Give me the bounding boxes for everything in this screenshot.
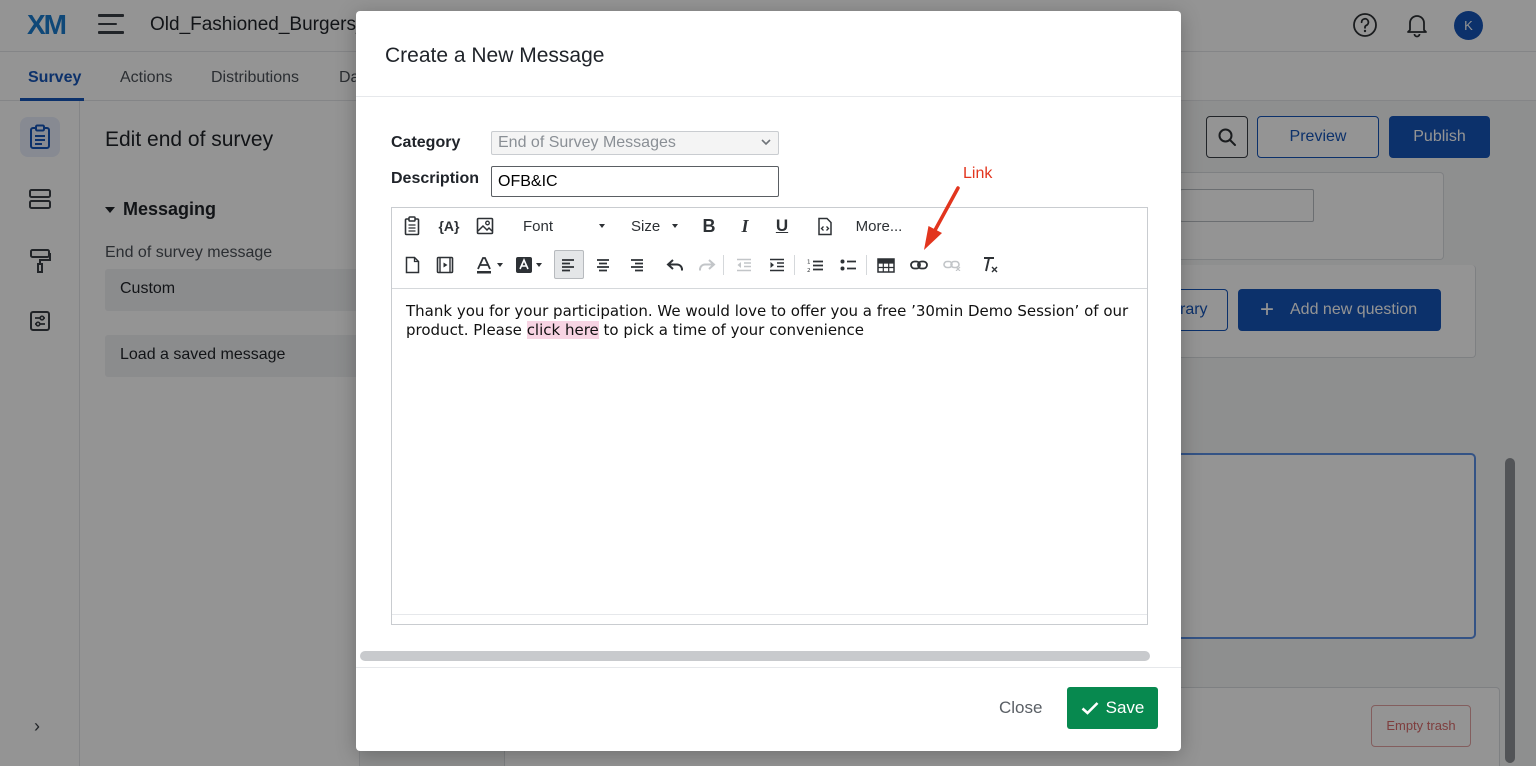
horizontal-scrollbar[interactable] xyxy=(360,651,1150,661)
font-dropdown[interactable]: Font xyxy=(523,213,613,239)
modal-footer-divider xyxy=(356,667,1181,668)
category-value: End of Survey Messages xyxy=(498,134,676,151)
bullet-list-icon[interactable] xyxy=(837,252,859,278)
numbered-list-icon[interactable]: 12 xyxy=(804,252,826,278)
align-right-icon[interactable] xyxy=(625,252,647,278)
rich-text-editor: {A} Font Size B I U More... 1 2 Thank yo… xyxy=(391,207,1148,625)
redo-icon[interactable] xyxy=(696,252,718,278)
editor-status-divider xyxy=(392,614,1147,615)
indent-icon[interactable] xyxy=(766,252,788,278)
toolbar-separator xyxy=(794,255,795,275)
svg-text:1: 1 xyxy=(807,259,811,265)
source-code-icon[interactable] xyxy=(814,213,836,239)
piped-text-icon[interactable]: {A} xyxy=(436,213,462,239)
background-color-icon[interactable] xyxy=(512,252,544,278)
body-text-after: to pick a time of your convenience xyxy=(598,321,865,339)
italic-icon[interactable]: I xyxy=(734,213,756,239)
message-body-text[interactable]: Thank you for your participation. We wou… xyxy=(406,302,1131,340)
font-label: Font xyxy=(523,217,554,235)
category-select[interactable]: End of Survey Messages xyxy=(491,131,779,155)
toolbar-separator xyxy=(723,255,724,275)
save-button[interactable]: Save xyxy=(1067,687,1158,729)
font-caret-icon xyxy=(599,224,606,228)
chevron-down-icon xyxy=(761,139,771,146)
new-page-icon[interactable] xyxy=(402,252,422,278)
category-label: Category xyxy=(391,134,461,151)
description-label: Description xyxy=(391,170,480,187)
more-label: More... xyxy=(855,217,903,235)
close-button[interactable]: Close xyxy=(999,698,1042,718)
link-annotation-label: Link xyxy=(963,165,993,182)
save-label: Save xyxy=(1105,698,1145,717)
highlighted-link-text[interactable]: click here xyxy=(526,321,599,339)
size-label: Size xyxy=(631,217,661,235)
underline-icon[interactable]: U xyxy=(771,213,793,239)
size-dropdown[interactable]: Size xyxy=(631,213,685,239)
align-left-icon[interactable] xyxy=(554,250,584,279)
modal-title: Create a New Message xyxy=(385,44,605,67)
editor-toolbar: {A} Font Size B I U More... 1 2 xyxy=(392,208,1147,289)
text-color-caret-icon xyxy=(496,263,503,267)
modal-header: Create a New Message xyxy=(356,11,1181,97)
insert-table-icon[interactable] xyxy=(875,252,897,278)
insert-image-icon[interactable] xyxy=(474,213,496,239)
undo-icon[interactable] xyxy=(664,252,686,278)
align-center-icon[interactable] xyxy=(592,252,614,278)
toolbar-separator xyxy=(866,255,867,275)
more-options-button[interactable]: More... xyxy=(854,213,904,239)
text-color-icon[interactable] xyxy=(472,252,504,278)
outdent-icon[interactable] xyxy=(733,252,755,278)
size-caret-icon xyxy=(672,224,679,228)
paste-clipboard-icon[interactable] xyxy=(402,213,422,239)
background-color-caret-icon xyxy=(535,263,542,267)
svg-text:2: 2 xyxy=(807,268,811,273)
bold-icon[interactable]: B xyxy=(698,213,720,239)
checkmark-icon xyxy=(1081,702,1099,715)
remove-format-icon[interactable] xyxy=(978,252,1002,278)
insert-media-icon[interactable] xyxy=(434,252,456,278)
description-input[interactable] xyxy=(491,166,779,197)
annotation-arrow-icon xyxy=(924,186,960,250)
create-message-modal: Create a New Message Category End of Sur… xyxy=(356,11,1181,751)
